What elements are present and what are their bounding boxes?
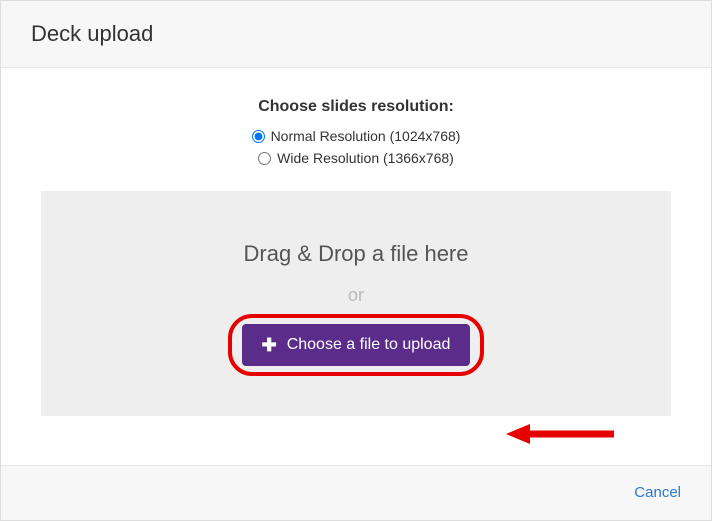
deck-upload-modal: Deck upload Choose slides resolution: No… [0, 0, 712, 521]
dropzone-or-text: or [61, 285, 651, 306]
modal-title: Deck upload [31, 21, 681, 47]
resolution-radio-normal[interactable] [252, 130, 265, 143]
modal-body: Choose slides resolution: Normal Resolut… [1, 68, 711, 465]
resolution-option-wide[interactable]: Wide Resolution (1366x768) [41, 150, 671, 166]
dropzone-drag-text: Drag & Drop a file here [61, 241, 651, 267]
resolution-heading: Choose slides resolution: [41, 98, 671, 116]
resolution-label-wide: Wide Resolution (1366x768) [277, 150, 454, 166]
file-dropzone[interactable]: Drag & Drop a file here or ✚ Choose a fi… [41, 191, 671, 416]
cancel-button[interactable]: Cancel [634, 484, 681, 501]
plus-icon: ✚ [262, 336, 277, 354]
resolution-option-normal[interactable]: Normal Resolution (1024x768) [41, 128, 671, 144]
choose-file-button[interactable]: ✚ Choose a file to upload [242, 324, 471, 366]
modal-footer: Cancel [1, 465, 711, 520]
arrow-annotation [506, 422, 616, 446]
upload-button-wrap: ✚ Choose a file to upload [242, 324, 471, 366]
resolution-label-normal: Normal Resolution (1024x768) [271, 128, 461, 144]
choose-file-button-label: Choose a file to upload [287, 336, 451, 354]
modal-header: Deck upload [1, 1, 711, 68]
resolution-section: Choose slides resolution: Normal Resolut… [41, 98, 671, 166]
resolution-radio-wide[interactable] [258, 152, 271, 165]
